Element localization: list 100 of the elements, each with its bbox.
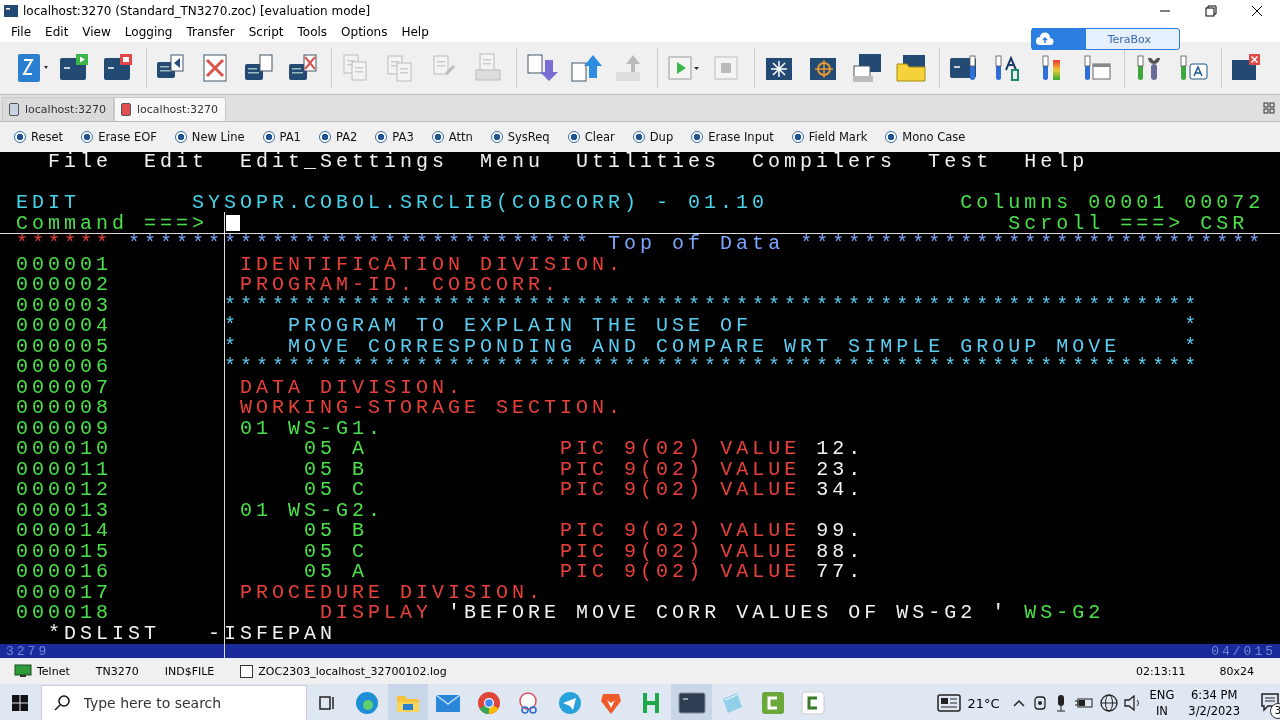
terminal-text: 01 WS-G1. — [240, 418, 385, 439]
session-tab[interactable]: localhost:3270 — [2, 97, 114, 121]
news-icon[interactable] — [937, 693, 962, 713]
terminal-text: 000011 — [16, 459, 113, 480]
terminal-text: 000012 — [16, 480, 113, 501]
key-button[interactable]: Erase Input — [687, 130, 786, 144]
region-label[interactable]: IN — [1155, 703, 1168, 719]
terminal-text: 05 C — [304, 541, 369, 562]
menu-item[interactable]: Transfer — [179, 25, 242, 39]
transfer-label: IND$FILE — [164, 664, 215, 678]
terminal-text: 000008 — [16, 398, 113, 419]
search-field[interactable]: Type here to search — [81, 694, 306, 712]
speaker-icon[interactable] — [1123, 695, 1142, 711]
protocol-label: Telnet — [37, 664, 70, 678]
terminal-text: PIC 9(02) VALUE — [560, 459, 801, 480]
search-box[interactable]: Type here to search — [40, 685, 307, 720]
menu-item[interactable]: File — [4, 25, 39, 39]
key-button[interactable]: Field Mark — [787, 130, 880, 144]
terminal-text: 'BEFORE MOVE CORR VALUES OF WS-G2 ' — [448, 603, 1009, 624]
emulation-label: TN3270 — [95, 664, 139, 678]
key-button[interactable]: PA1 — [258, 130, 313, 144]
battery-icon[interactable] — [1073, 696, 1094, 710]
key-button[interactable]: Reset — [10, 130, 76, 144]
terminal-text: 88. — [816, 541, 865, 562]
terminal-text: 000006 — [16, 357, 113, 378]
terminal-icon[interactable] — [671, 684, 712, 720]
terminal-text: 000018 — [16, 603, 113, 624]
menu-item[interactable]: Help — [394, 25, 436, 39]
connection-time: 02:13:11 — [1136, 664, 1186, 678]
key-button[interactable]: SysReq — [486, 130, 562, 144]
temperature: 21°C — [967, 695, 1000, 711]
terminal-text: 000002 — [16, 275, 113, 296]
terminal-text: 23. — [816, 459, 865, 480]
log-checkbox[interactable] — [240, 664, 254, 678]
terminal-text: EDIT — [16, 193, 81, 214]
key-button[interactable]: Erase EOF — [77, 130, 169, 144]
terminal-text: 000001 — [16, 254, 113, 275]
terminal-text: IDENTIFICATION DIVISION. — [240, 254, 625, 275]
clock-date[interactable]: 3/2/2023 — [1188, 703, 1240, 719]
monitor-icon — [14, 664, 32, 678]
terminal-text: 05 A — [304, 562, 369, 583]
terminal-text: 05 B — [304, 459, 369, 480]
clock-time[interactable]: 6:34 PM — [1191, 687, 1238, 703]
cloud-upload-icon — [1035, 32, 1054, 46]
terminal-text: PIC 9(02) VALUE — [560, 562, 801, 583]
menu-item[interactable]: View — [75, 25, 118, 39]
terminal-text: WORKING-STORAGE SECTION. — [240, 398, 625, 419]
menu-item[interactable]: Options — [334, 25, 395, 39]
key-button[interactable]: Attn — [427, 130, 485, 144]
terminal-text: 000013 — [16, 500, 113, 521]
text-cursor — [226, 215, 240, 231]
key-button[interactable]: Dup — [628, 130, 686, 144]
terminal-text: 77. — [816, 562, 865, 583]
terminal-text: ************************************************************* — [224, 357, 1201, 378]
session-tab[interactable]: localhost:3270 — [114, 97, 226, 121]
log-file-label: ZOC2303_localhost_32700102.log — [258, 664, 447, 678]
start-icon[interactable] — [12, 695, 29, 711]
terminal-text: * PROGRAM TO EXPLAIN THE USE OF * — [224, 316, 1201, 337]
language-label[interactable]: ENG — [1149, 687, 1175, 703]
screen-size: 80x24 — [1219, 664, 1254, 678]
terminal-text: 05 B — [304, 521, 369, 542]
terminal-text: 99. — [816, 521, 865, 542]
terminal-text: ************************************************************* — [224, 295, 1201, 316]
terminal-text: 12. — [816, 439, 865, 460]
key-button[interactable]: PA3 — [371, 130, 426, 144]
terminal-text: 05 A — [304, 439, 369, 460]
key-button[interactable]: Clear — [563, 130, 627, 144]
search-icon — [53, 695, 70, 711]
terminal-text: 000005 — [16, 336, 113, 357]
terminal-text: 000003 — [16, 295, 113, 316]
terminal-text: PIC 9(02) VALUE — [560, 521, 801, 542]
terminal-text: 000015 — [16, 541, 113, 562]
menu-item[interactable]: Edit — [38, 25, 76, 39]
window-title: localhost:3270 (Standard_TN3270.zoc) [evaluation mode] — [23, 4, 372, 18]
key-button[interactable]: PA2 — [314, 130, 370, 144]
terminal-text: 000004 — [16, 316, 113, 337]
terminal-text: PROCEDURE DIVISION. — [240, 582, 545, 603]
terminal-text: 01 WS-G2. — [240, 500, 385, 521]
terminal-text: PIC 9(02) VALUE — [560, 541, 801, 562]
folder-icon[interactable] — [387, 684, 429, 720]
terminal-text: SYSOPR.COBOL.SRCLIB(COBCORR) - 01.10 — [192, 193, 769, 214]
menu-item[interactable]: Tools — [290, 25, 335, 39]
terminal-text: * MOVE CORRESPONDING AND COMPARE WRT SIMPLE GROUP MOVE * — [224, 336, 1201, 357]
notification-count: 3 — [1270, 702, 1280, 719]
menu-item[interactable]: Script — [241, 25, 291, 39]
terminal-text: ****** — [16, 234, 113, 255]
globe-icon[interactable] — [1099, 694, 1118, 712]
key-button[interactable]: Mono Case — [881, 130, 978, 144]
terminal-text: PIC 9(02) VALUE — [560, 439, 801, 460]
terminal-text: 000017 — [16, 582, 113, 603]
camera-icon[interactable] — [1031, 695, 1048, 711]
grid-icon[interactable] — [1263, 102, 1275, 114]
terminal-text: WS-G2 — [1024, 603, 1105, 624]
terminal-model: 3279 — [6, 644, 50, 658]
terabox-button[interactable]: TeraBox — [1030, 28, 1180, 50]
notification-icon[interactable] — [1260, 691, 1280, 712]
menu-item[interactable]: Logging — [117, 25, 180, 39]
terminal-text: 05 C — [304, 480, 369, 501]
key-button[interactable]: New Line — [170, 130, 257, 144]
terminal-text: DATA DIVISION. — [240, 377, 465, 398]
